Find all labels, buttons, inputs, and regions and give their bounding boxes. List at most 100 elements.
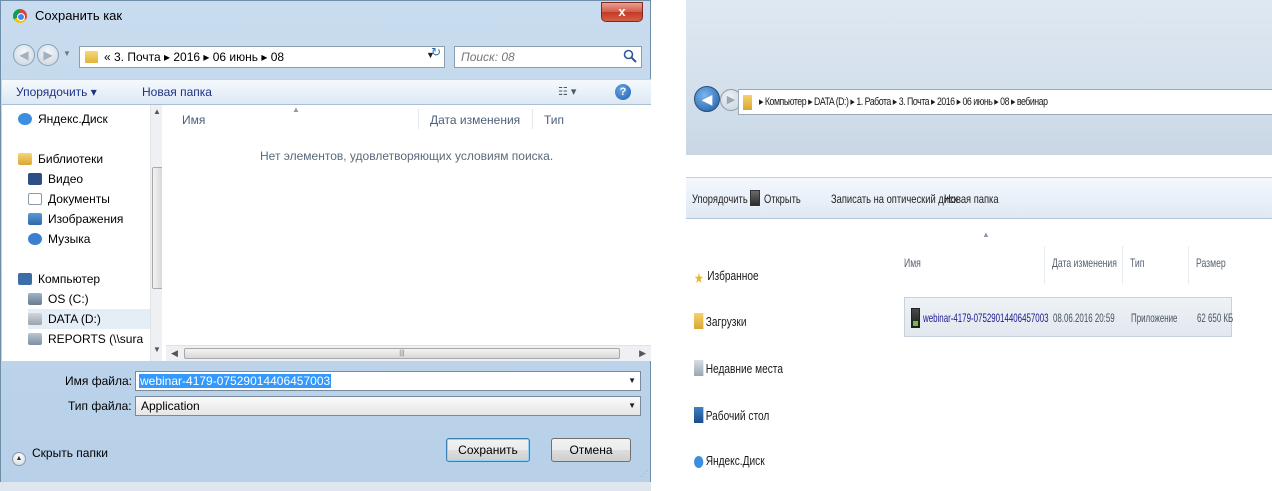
nav-item-desktop[interactable]: Рабочий стол — [694, 407, 769, 423]
filename-label: Имя файла: — [65, 374, 132, 388]
address-bar[interactable]: « 3. Почта ▸ 2016 ▸ 06 июнь ▸ 08 ▼ — [79, 46, 445, 68]
address-path[interactable]: ▸ Компьютер ▸ DATA (D:) ▸ 1. Работа ▸ 3.… — [759, 95, 1048, 108]
column-size[interactable]: Размер — [1196, 256, 1226, 270]
nav-label: Библиотеки — [38, 152, 104, 166]
nav-item-music[interactable]: Музыка — [28, 229, 162, 249]
organize-button[interactable]: Упорядочить ▾ — [16, 85, 97, 99]
nav-scrollbar[interactable]: ▲ ▼ — [150, 105, 162, 361]
save-button[interactable]: Сохранить — [446, 438, 530, 462]
file-list-pane: ▲ Имя Дата изменения Тип Нет элементов, … — [166, 105, 651, 361]
close-button[interactable]: x — [601, 2, 643, 22]
folder-icon — [743, 95, 752, 110]
application-icon — [750, 190, 760, 206]
column-date[interactable]: Дата изменения — [430, 113, 520, 127]
favorites-star-icon: ★ — [694, 270, 704, 286]
new-folder-button[interactable]: Новая папка — [142, 85, 212, 99]
file-date: 08.06.2016 20:59 — [1053, 311, 1115, 325]
libraries-icon — [18, 153, 32, 165]
horizontal-scrollbar[interactable]: ◀ ||| ▶ — [166, 345, 651, 361]
scroll-thumb[interactable]: ||| — [184, 348, 620, 359]
nav-label: Избранное — [707, 268, 759, 283]
yandex-disk-icon — [694, 456, 704, 468]
nav-item-recent[interactable]: Недавние места — [694, 360, 783, 376]
nav-label: Видео — [48, 172, 84, 186]
images-icon — [28, 213, 42, 225]
nav-label: DATA (D:) — [48, 312, 101, 326]
scroll-thumb[interactable] — [152, 167, 162, 289]
cancel-button[interactable]: Отмена — [551, 438, 631, 462]
column-type[interactable]: Тип — [1130, 256, 1144, 270]
nav-label: REPORTS (\\sura — [48, 332, 144, 346]
dialog-footer: ▲ Скрыть папки Сохранить Отмена ⋰ — [2, 427, 651, 481]
nav-item-downloads[interactable]: Загрузки — [694, 313, 747, 329]
open-button[interactable]: Открыть — [764, 192, 801, 206]
view-options-icon[interactable]: ☷ ▾ — [558, 85, 576, 98]
desktop-icon — [694, 407, 704, 423]
yandex-disk-icon — [18, 113, 32, 125]
refresh-icon[interactable]: ↻ — [427, 45, 445, 59]
search-icon[interactable] — [623, 49, 637, 63]
column-separator — [418, 109, 419, 129]
nav-label: Рабочий стол — [705, 408, 770, 423]
filename-input[interactable]: webinar-4179-07529014406457003 ▼ — [135, 371, 641, 391]
nav-item-drive-c[interactable]: OS (C:) — [28, 289, 162, 309]
nav-item-favorites[interactable]: ★ Избранное — [694, 268, 759, 286]
nav-item-documents[interactable]: Документы — [28, 189, 162, 209]
recent-places-icon — [694, 360, 704, 376]
filetype-select[interactable]: Application ▼ — [135, 396, 641, 416]
hide-folders-toggle[interactable]: ▲ Скрыть папки — [12, 446, 108, 466]
scroll-up-icon[interactable]: ▲ — [153, 107, 161, 116]
new-folder-button[interactable]: Новая папка — [944, 192, 999, 206]
chevron-down-icon[interactable]: ▼ — [628, 376, 636, 385]
nav-item-yandex-disk[interactable]: Яндекс.Диск — [694, 453, 765, 468]
resize-grip-icon[interactable]: ⋰ — [640, 469, 648, 478]
forward-button[interactable]: ▶ — [37, 44, 59, 66]
nav-item-computer[interactable]: Компьютер — [18, 269, 162, 289]
column-type[interactable]: Тип — [544, 113, 564, 127]
help-icon[interactable]: ? — [615, 84, 631, 100]
video-icon — [28, 173, 42, 185]
drive-icon — [28, 293, 42, 305]
address-row: ◀ ▶ ▼ « 3. Почта ▸ 2016 ▸ 06 июнь ▸ 08 ▼… — [1, 41, 650, 69]
file-name[interactable]: webinar-4179-07529014406457003 — [923, 311, 1049, 325]
column-name[interactable]: Имя — [904, 256, 921, 270]
back-button[interactable]: ◀ — [13, 44, 35, 66]
column-date[interactable]: Дата изменения — [1052, 256, 1117, 270]
network-drive-icon — [28, 333, 42, 345]
dialog-title-bar: Сохранить как x — [1, 1, 650, 31]
search-input[interactable] — [461, 50, 611, 64]
nav-label: Изображения — [48, 212, 124, 226]
history-dropdown-icon[interactable]: ▼ — [63, 49, 71, 58]
column-name[interactable]: Имя — [182, 113, 205, 127]
address-bar[interactable]: ▸ Компьютер ▸ DATA (D:) ▸ 1. Работа ▸ 3.… — [738, 89, 1272, 115]
filetype-value: Application — [141, 399, 200, 413]
filetype-label: Тип файла: — [68, 399, 132, 413]
search-box[interactable] — [454, 46, 642, 68]
nav-item-images[interactable]: Изображения — [28, 209, 162, 229]
explorer-toolbar: Упорядочить ▾ Открыть Записать на оптиче… — [686, 177, 1272, 219]
scroll-right-icon[interactable]: ▶ — [639, 348, 646, 359]
dialog-title: Сохранить как — [35, 8, 123, 23]
navigation-pane: Яндекс.Диск Библиотеки Видео Документы И… — [2, 105, 162, 361]
address-path[interactable]: « 3. Почта ▸ 2016 ▸ 06 июнь ▸ 08 — [104, 50, 284, 64]
nav-label: Недавние места — [705, 361, 783, 376]
nav-item-yandex-disk[interactable]: Яндекс.Диск — [18, 109, 162, 129]
filename-value[interactable]: webinar-4179-07529014406457003 — [139, 374, 332, 388]
back-button[interactable]: ◀ — [694, 86, 720, 112]
organize-button[interactable]: Упорядочить ▾ — [692, 192, 755, 206]
nav-item-reports[interactable]: REPORTS (\\sura — [28, 329, 162, 349]
chevron-down-icon[interactable]: ▼ — [628, 401, 636, 410]
scroll-down-icon[interactable]: ▼ — [153, 345, 161, 354]
downloads-icon — [694, 313, 704, 329]
nav-item-drive-d[interactable]: DATA (D:) — [28, 309, 162, 329]
nav-item-video[interactable]: Видео — [28, 169, 162, 189]
dialog-body: Яндекс.Диск Библиотеки Видео Документы И… — [2, 105, 651, 361]
burn-disc-button[interactable]: Записать на оптический диск — [831, 192, 958, 206]
drive-icon — [28, 313, 42, 325]
nav-label: Компьютер — [38, 272, 101, 286]
scroll-left-icon[interactable]: ◀ — [171, 348, 178, 359]
nav-item-libraries[interactable]: Библиотеки — [18, 149, 162, 169]
file-row[interactable]: webinar-4179-07529014406457003 08.06.201… — [904, 297, 1233, 337]
nav-label: OS (C:) — [48, 292, 89, 306]
file-type: Приложение — [1131, 311, 1178, 325]
